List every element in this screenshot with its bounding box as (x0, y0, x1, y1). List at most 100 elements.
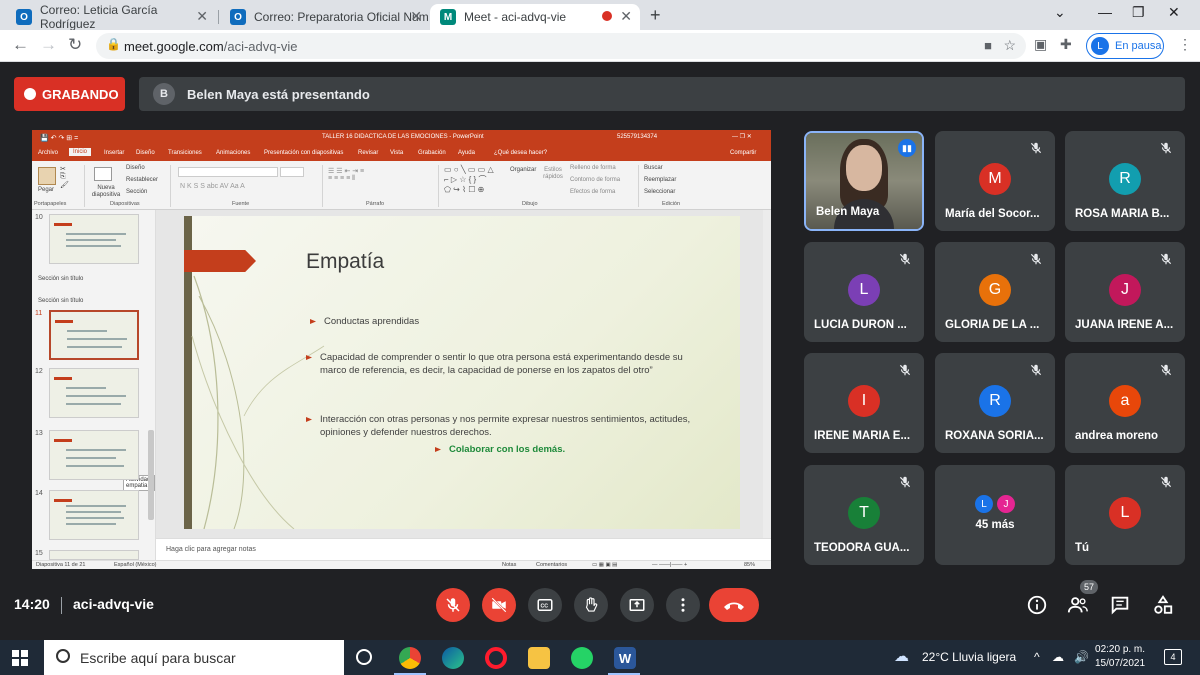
notifications-icon[interactable]: 4 (1164, 649, 1182, 665)
profile-pause-button[interactable]: L En pausa (1086, 33, 1164, 59)
taskbar-clock[interactable]: 02:20 p. m. 15/07/2021 (1095, 643, 1145, 671)
windows-start-icon[interactable] (12, 650, 28, 666)
whatsapp-taskbar-icon[interactable] (571, 647, 593, 669)
people-button[interactable] (1067, 594, 1089, 616)
ppt-tab-animaciones[interactable]: Animaciones (216, 150, 250, 156)
section-header[interactable]: Sección sin título (38, 298, 83, 304)
section-button[interactable]: Sección (126, 189, 147, 195)
new-tab-button[interactable]: + (650, 5, 661, 26)
font-size-box[interactable] (280, 167, 304, 177)
file-explorer-icon[interactable] (528, 647, 550, 669)
edge-taskbar-icon[interactable] (442, 647, 464, 669)
minimize-icon[interactable]: — (1098, 4, 1112, 20)
taskbar-search-box[interactable]: Escribe aquí para buscar (44, 640, 344, 675)
onedrive-icon[interactable]: ☁ (1052, 650, 1064, 664)
participant-tile[interactable]: R ROXANA SORIA... (935, 353, 1055, 453)
slide-thumbnail-11[interactable] (49, 310, 139, 360)
tab-outlook-1[interactable]: O Correo: Leticia García Rodríguez ✕ (6, 3, 216, 31)
new-slide-label[interactable]: Nueva diapositiva (88, 185, 124, 199)
chat-button[interactable] (1109, 594, 1131, 616)
ppt-tab-inicio[interactable]: Inicio (69, 148, 92, 156)
tab-meet[interactable]: M Meet - aci-advq-vie ✕ (430, 4, 640, 30)
participant-tile[interactable]: J JUANA IRENE A... (1065, 242, 1185, 342)
mic-off-button[interactable] (436, 588, 470, 622)
participant-tile[interactable]: G GLORIA DE LA ... (935, 242, 1055, 342)
select-button[interactable]: Seleccionar (644, 189, 675, 195)
restore-icon[interactable]: ❐ (1132, 4, 1145, 21)
slide-thumbnail-15[interactable] (49, 550, 139, 560)
cut-copy-icons[interactable]: ✂ ⎘ 🖌 (60, 165, 69, 189)
reset-button[interactable]: Restablecer (126, 177, 158, 183)
shapes-gallery[interactable]: ▭ ○ ╲ ▭ ▭ △ ⌐ ▷ ☆ { } ⌒ ⬠ ↪ ⌇ ☐ ⊕ (444, 165, 494, 194)
chrome-taskbar-icon[interactable] (399, 647, 421, 669)
ppt-tab-archivo[interactable]: Archivo (38, 150, 58, 156)
close-tab-icon[interactable]: ✕ (196, 8, 208, 25)
kebab-menu-icon[interactable]: ⋮ (1178, 36, 1192, 53)
more-participants-tile[interactable]: L J 45 más (935, 465, 1055, 565)
paragraph-icons[interactable]: ☰ ☰ ⇤ ⇥ ≡ ≡ ≡ ≡ ≡ ⫴ (328, 167, 364, 183)
volume-icon[interactable]: 🔊 (1074, 650, 1089, 664)
quick-styles-button[interactable]: Estilos rápidos (540, 167, 566, 181)
participant-tile[interactable]: L LUCIA DURON ... (804, 242, 924, 342)
puzzle-icon[interactable]: ✚ (1060, 36, 1072, 53)
camera-off-button[interactable] (482, 588, 516, 622)
ppt-share-button[interactable]: Compartir (730, 150, 756, 156)
end-call-button[interactable] (709, 588, 759, 622)
ppt-tab-revisar[interactable]: Revisar (358, 150, 378, 156)
slide-thumbnail-13[interactable] (49, 430, 139, 480)
shape-outline-button[interactable]: Contorno de forma (570, 177, 620, 183)
comments-toggle[interactable]: Comentarios (536, 562, 567, 568)
slide-scrollbar[interactable] (763, 210, 771, 538)
ppt-tell-me[interactable]: ¿Qué desea hacer? (494, 150, 547, 156)
participant-tile-speaking[interactable]: ▮▮ Belen Maya (804, 131, 924, 231)
reload-icon[interactable]: ↻ (68, 35, 82, 55)
ppt-tab-grabacion[interactable]: Grabación (418, 150, 446, 156)
thumbs-scrollbar[interactable] (148, 430, 154, 520)
ppt-tab-vista[interactable]: Vista (390, 150, 403, 156)
weather-icon[interactable]: ☁ (894, 647, 909, 665)
zoom-slider[interactable]: — ——|—— + (652, 562, 687, 568)
new-slide-icon[interactable] (94, 167, 112, 181)
weather-text[interactable]: 22°C Lluvia ligera (922, 650, 1016, 664)
bookmark-star-icon[interactable]: ☆ (1003, 37, 1016, 54)
participant-tile[interactable]: M María del Socor... (935, 131, 1055, 231)
participant-tile[interactable]: I IRENE MARIA E... (804, 353, 924, 453)
slide-thumbnail-10[interactable] (49, 214, 139, 264)
close-tab-icon[interactable]: ✕ (620, 8, 632, 25)
opera-taskbar-icon[interactable] (485, 647, 507, 669)
slide-thumbnail-14[interactable] (49, 490, 139, 540)
shape-effects-button[interactable]: Efectos de forma (570, 189, 615, 195)
font-name-box[interactable] (178, 167, 278, 177)
raise-hand-button[interactable] (574, 588, 608, 622)
paste-label[interactable]: Pegar (38, 187, 54, 193)
tab-outlook-2[interactable]: O Correo: Preparatoria Oficial Num ✕ (220, 4, 430, 30)
cortana-icon[interactable] (356, 649, 372, 665)
shape-fill-button[interactable]: Relleno de forma (570, 165, 616, 171)
word-taskbar-icon[interactable]: W (614, 647, 636, 669)
address-bar[interactable]: 🔒 meet.google.com/aci-advq-vie ■ ☆ (96, 33, 1026, 59)
participant-tile[interactable]: T TEODORA GUA... (804, 465, 924, 565)
lock-icon[interactable]: 🔒 (106, 37, 121, 51)
language-status[interactable]: Español (México) (114, 562, 157, 568)
section-header[interactable]: Sección sin título (38, 276, 83, 282)
back-icon[interactable]: ← (12, 35, 29, 55)
find-button[interactable]: Buscar (644, 165, 663, 171)
captions-button[interactable]: CC (528, 588, 562, 622)
camera-indicator-icon[interactable]: ■ (984, 38, 992, 53)
forward-icon[interactable]: → (40, 35, 57, 55)
notes-toggle[interactable]: Notas (502, 562, 516, 568)
view-buttons[interactable]: ▭ ▦ ▣ ▤ (592, 562, 617, 568)
close-window-icon[interactable]: ✕ (1168, 4, 1180, 21)
extension-icon[interactable]: ▣ (1034, 36, 1047, 53)
ppt-tab-presentacion[interactable]: Presentación con diapositivas (264, 150, 343, 156)
participant-tile[interactable]: a andrea moreno (1065, 353, 1185, 453)
close-tab-icon[interactable]: ✕ (410, 8, 422, 25)
more-options-button[interactable] (666, 588, 700, 622)
replace-button[interactable]: Reemplazar (644, 177, 676, 183)
font-format-icons[interactable]: N K S S abc AV Aa A (180, 183, 245, 190)
present-button[interactable] (620, 588, 654, 622)
arrange-button[interactable]: Organizar (510, 167, 536, 174)
zoom-level[interactable]: 85% (744, 562, 755, 568)
participant-tile[interactable]: R ROSA MARIA B... (1065, 131, 1185, 231)
current-slide[interactable]: Empatía Conductas aprendidas Capacidad d… (184, 216, 740, 529)
